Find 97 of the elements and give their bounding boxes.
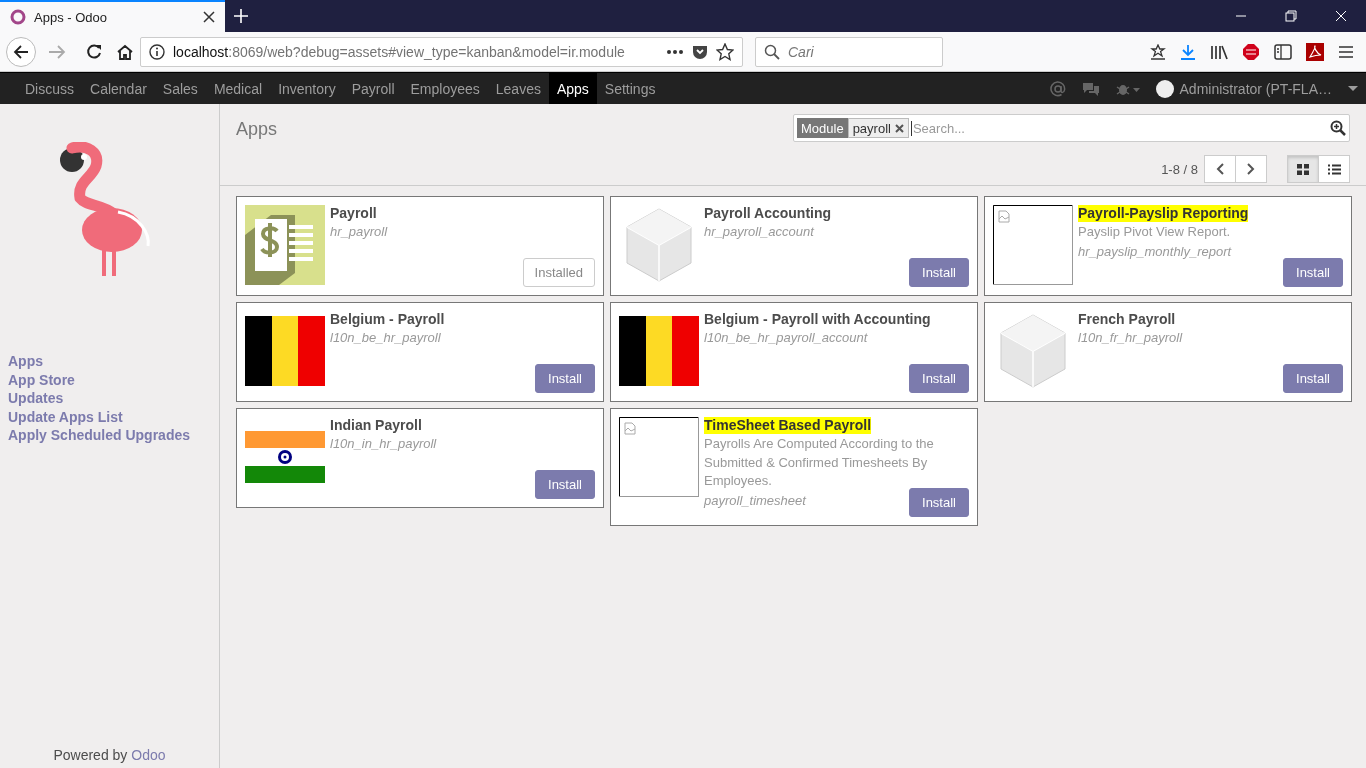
brand-link[interactable]: Odoo	[131, 746, 166, 764]
menu-item[interactable]: Leaves	[487, 73, 549, 104]
at-sign-icon[interactable]	[1049, 80, 1066, 97]
app-card[interactable]: Payroll hr_payroll Installed	[236, 196, 604, 296]
search-field[interactable]: Cari	[755, 36, 943, 67]
restore-icon[interactable]	[1285, 10, 1297, 22]
install-button[interactable]: Install	[1283, 364, 1343, 393]
app-card[interactable]: Indian Payroll l10n_in_hr_payroll Install	[236, 408, 604, 508]
menu-item[interactable]: Payroll	[343, 73, 403, 104]
grid-icon	[1297, 163, 1309, 175]
chevron-left-icon	[1216, 163, 1224, 175]
info-icon	[149, 43, 165, 60]
menu-item[interactable]: Calendar	[82, 73, 155, 104]
bookmark-star-icon[interactable]	[1150, 43, 1166, 60]
caret-icon[interactable]	[1348, 85, 1358, 92]
address-bar[interactable]: localhost:8069/web?debug=assets#view_type=kanban&model=ir.module	[140, 36, 743, 67]
powered-by-text: Powered by	[53, 746, 128, 764]
sidebar-link[interactable]: Updates	[8, 390, 64, 408]
breadcrumb: Apps	[236, 119, 279, 141]
search-field[interactable]: Module payroll Search...	[793, 114, 1350, 142]
menu-icon[interactable]	[1338, 44, 1354, 59]
user-menu[interactable]: Administrator (PT-FLA…	[1155, 79, 1332, 98]
chat-icon[interactable]	[1081, 80, 1100, 97]
close-icon[interactable]	[203, 11, 215, 23]
next-button[interactable]	[1235, 155, 1267, 183]
app-title: French Payroll	[1078, 311, 1176, 328]
pager-value: 1-8 / 8	[1161, 161, 1198, 177]
app-description: Payrolls Are Computed According to the Submitted & Confirmed Timesheets By Employees.	[704, 435, 935, 490]
technical-name: hr_payslip_monthly_report	[1078, 242, 1232, 261]
reload-icon[interactable]	[86, 43, 102, 60]
app-card[interactable]: French Payroll l10n_fr_hr_payroll Install	[984, 302, 1352, 402]
app-title: Belgium - Payroll	[330, 311, 445, 328]
menu-item[interactable]: Settings	[596, 73, 664, 104]
plus-icon[interactable]	[233, 8, 249, 24]
browser-tab[interactable]: Apps - Odoo	[0, 0, 225, 32]
technical-name: l10n_be_hr_payroll	[330, 329, 441, 347]
app-title: Payroll	[330, 205, 377, 222]
menu-item[interactable]: Medical	[205, 73, 271, 104]
remove-icon[interactable]	[894, 123, 904, 133]
sidebar-link[interactable]: App Store	[8, 371, 75, 389]
list-icon	[1327, 163, 1341, 175]
app-card[interactable]: Belgium - Payroll l10n_be_hr_payroll Install	[236, 302, 604, 402]
sidebar-link[interactable]: Update Apps List	[8, 408, 123, 426]
app-card[interactable]: Payroll-Payslip Reporting Payslip Pivot View Report. hr_payslip_monthly_report Install	[984, 196, 1352, 296]
app-title: Indian Payroll	[330, 417, 422, 434]
install-button[interactable]: Install	[535, 364, 595, 393]
menu-item[interactable]: Inventory	[270, 73, 344, 104]
menu-item[interactable]: Apps	[548, 73, 597, 104]
more-icon[interactable]	[666, 48, 684, 55]
chevron-right-icon	[1247, 163, 1255, 175]
app-title: Payroll Accounting	[704, 205, 832, 222]
app-card[interactable]: TimeSheet Based Payroll Payrolls Are Computed According to the Submitted & Confirmed Timesheets By Employees. payroll_timesheet Install	[610, 408, 978, 526]
technical-name: l10n_fr_hr_payroll	[1078, 329, 1183, 347]
app-card[interactable]: Belgium - Payroll with Accounting l10n_be_hr_payroll_account Install	[610, 302, 978, 402]
install-button[interactable]: Install	[1283, 258, 1343, 287]
back-button[interactable]	[6, 36, 36, 67]
installed-button[interactable]: Installed	[522, 258, 595, 287]
app-card[interactable]: Payroll Accounting hr_payroll_account Install	[610, 196, 978, 296]
facet-label: Module	[797, 118, 848, 138]
list-view-button[interactable]	[1318, 155, 1350, 183]
pdf-icon[interactable]	[1306, 42, 1324, 61]
adblock-icon[interactable]	[1242, 42, 1260, 61]
pocket-icon[interactable]	[692, 43, 708, 60]
tab-title: Apps - Odoo	[34, 9, 108, 25]
sidebar-icon[interactable]	[1274, 43, 1292, 60]
app-title: TimeSheet Based Payroll	[704, 417, 872, 434]
zoom-in-search-icon[interactable]	[1330, 120, 1346, 136]
install-button[interactable]: Install	[909, 258, 969, 287]
app-title: Payroll-Payslip Reporting	[1078, 205, 1249, 222]
back-arrow-icon	[13, 43, 29, 60]
install-button[interactable]: Install	[909, 487, 969, 517]
install-button[interactable]: Install	[909, 364, 969, 393]
sidebar-link[interactable]: Apply Scheduled Upgrades	[8, 427, 191, 445]
previous-button[interactable]	[1204, 155, 1236, 183]
technical-name: hr_payroll_account	[704, 223, 814, 241]
star-icon[interactable]	[716, 42, 734, 61]
technical-name: payroll_timesheet	[704, 491, 806, 510]
spreadsheet-dollar-icon	[245, 205, 325, 285]
library-icon[interactable]	[1210, 43, 1228, 60]
circle-logo-icon	[10, 9, 26, 25]
search-placeholder: Search...	[910, 120, 1328, 136]
search-icon	[764, 43, 780, 60]
app-title: Belgium - Payroll with Accounting	[704, 311, 931, 328]
kanban-view-button[interactable]	[1287, 155, 1319, 183]
facet-value: payroll	[852, 120, 891, 136]
menu-item[interactable]: Sales	[154, 73, 206, 104]
app-description: Payslip Pivot View Report.	[1078, 223, 1232, 241]
technical-name: l10n_be_hr_payroll_account	[704, 329, 868, 347]
sidebar-link[interactable]: Apps	[8, 353, 43, 371]
home-icon[interactable]	[116, 43, 134, 60]
menu-item[interactable]: Employees	[402, 73, 488, 104]
install-button[interactable]: Install	[535, 470, 595, 499]
technical-name: hr_payroll	[330, 223, 388, 241]
avatar	[1155, 79, 1174, 98]
technical-name: l10n_in_hr_payroll	[330, 435, 437, 453]
download-icon[interactable]	[1180, 43, 1196, 60]
menu-item[interactable]: Discuss	[17, 73, 82, 104]
